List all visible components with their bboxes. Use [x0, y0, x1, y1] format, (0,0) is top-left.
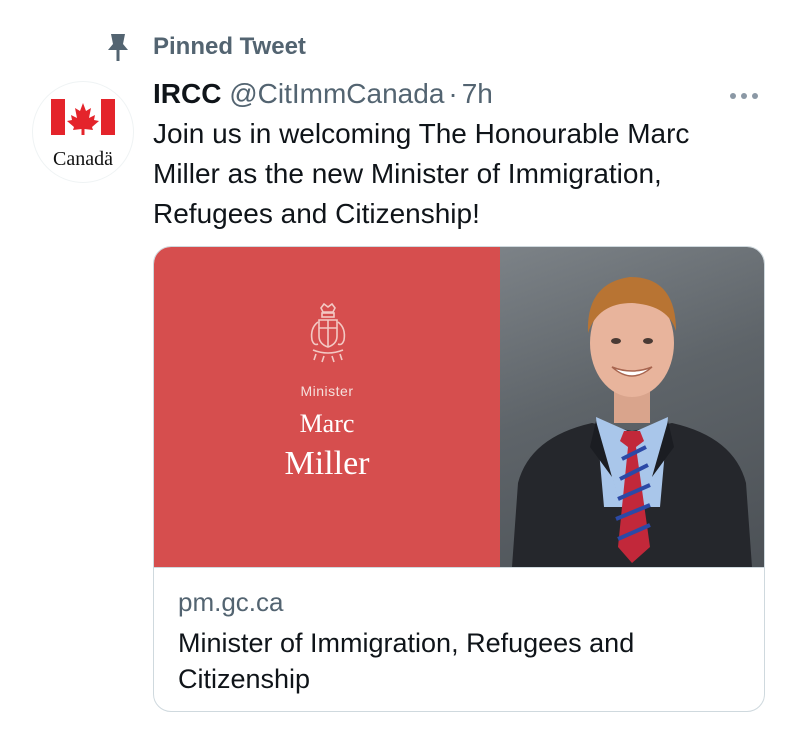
tweet-text: Join us in welcoming The Honourable Marc…: [153, 118, 690, 229]
tweet-time[interactable]: 7h: [462, 78, 493, 109]
coat-of-arms-icon: [310, 302, 346, 363]
minister-photo: [500, 247, 764, 567]
card-first-name: Marc: [299, 409, 355, 438]
more-options-icon[interactable]: [730, 88, 762, 104]
separator-dot: ·: [448, 78, 458, 109]
pinned-label: Pinned Tweet: [153, 33, 306, 60]
card-domain[interactable]: pm.gc.ca: [178, 587, 284, 618]
avatar-wordmark: Canadä: [53, 148, 113, 170]
card-divider: [154, 567, 764, 568]
card-image[interactable]: Minister Marc Miller: [154, 247, 764, 567]
tweet-header: IRCC @CitImmCanada · 7h: [153, 78, 493, 110]
author-name[interactable]: IRCC: [153, 78, 221, 109]
author-handle[interactable]: @CitImmCanada: [229, 78, 444, 109]
card-title[interactable]: Minister of Immigration, Refugees and Ci…: [178, 625, 748, 697]
link-card[interactable]: Minister Marc Miller pm.gc.ca Minister o…: [153, 246, 765, 712]
pin-icon: [100, 30, 136, 66]
card-red-panel: Minister Marc Miller: [154, 247, 500, 567]
card-role: Minister: [300, 383, 354, 399]
avatar[interactable]: Canadä: [32, 81, 134, 183]
card-last-name: Miller: [284, 445, 370, 482]
